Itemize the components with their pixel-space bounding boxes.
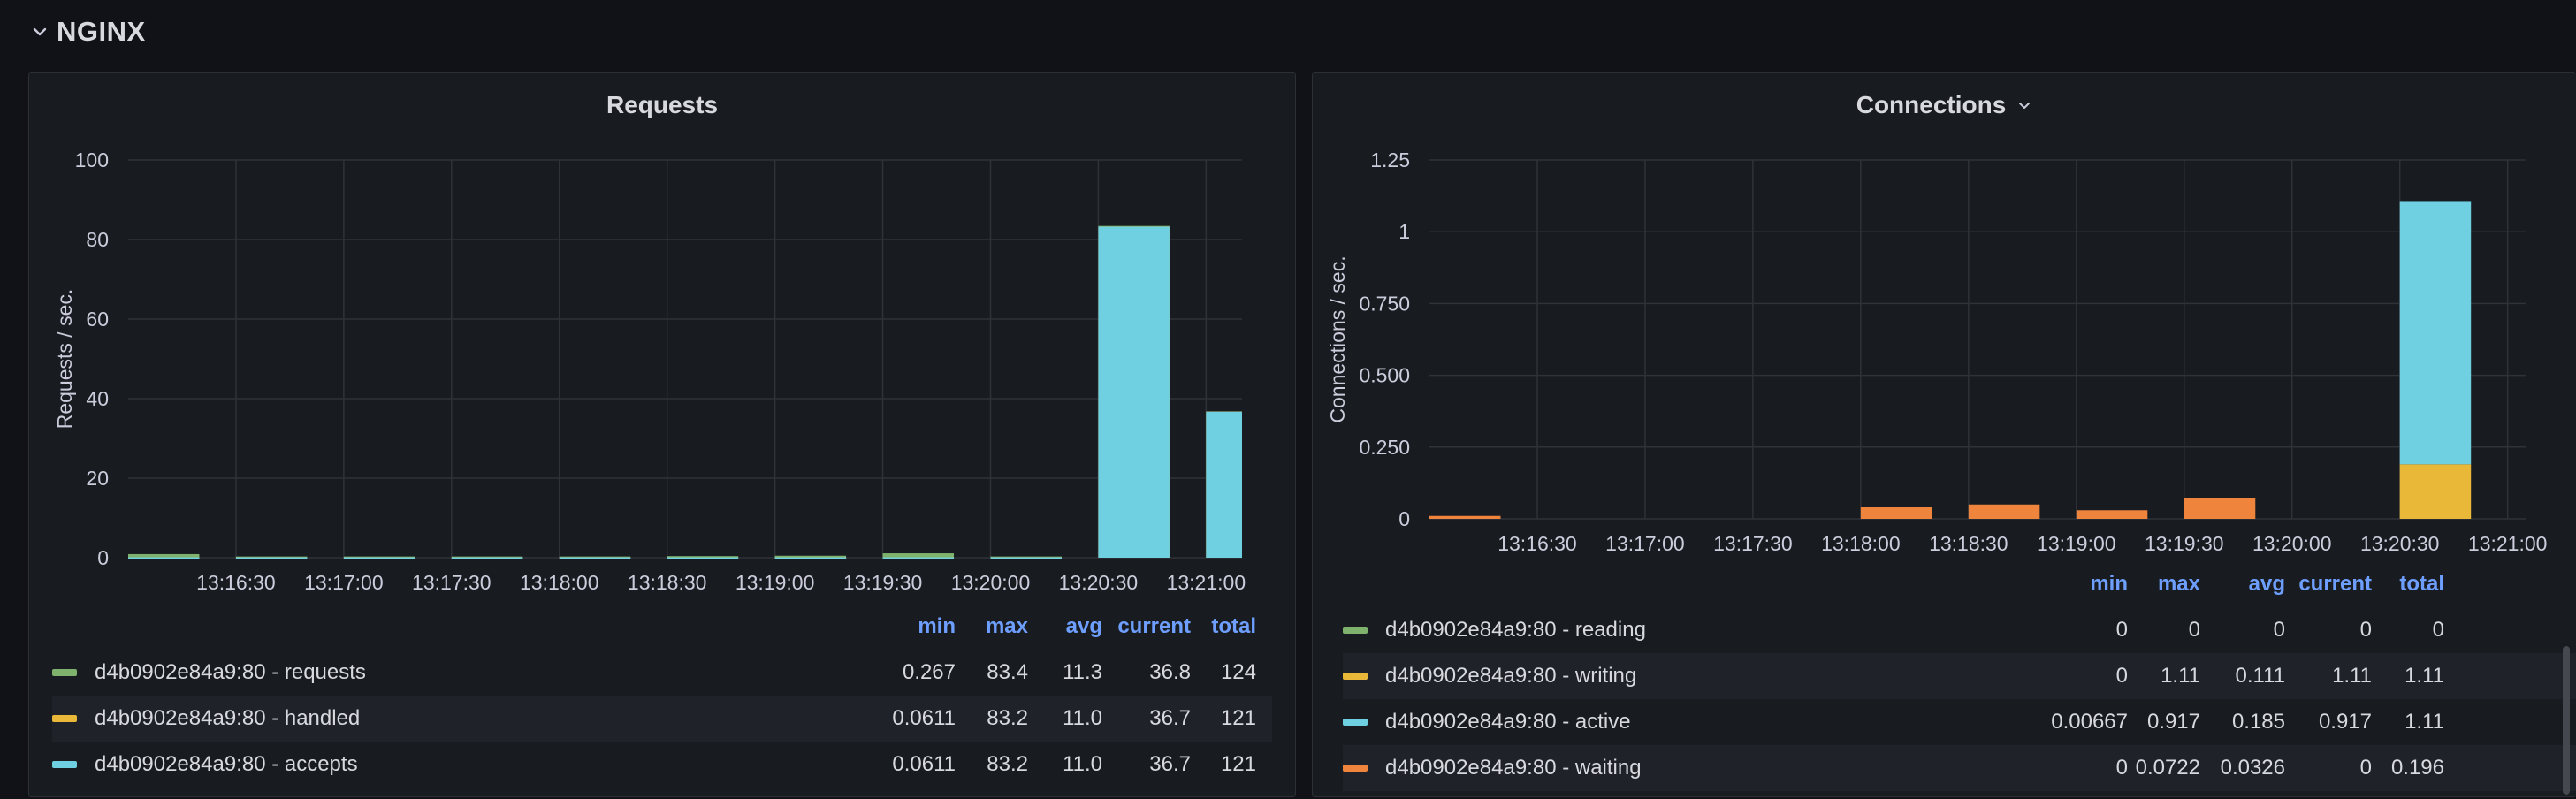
y-tick-label: 80 <box>86 228 109 251</box>
bar <box>1098 226 1170 558</box>
x-tick-label: 13:20:30 <box>1059 571 1139 594</box>
value-total: 121 <box>1220 752 1256 776</box>
connections-panel: Connections 0 0.250 0.500 0.750 1 1.25 13:16:3… <box>1312 72 2576 797</box>
value-total: 1.11 <box>2405 710 2444 734</box>
x-tick-label: 13:19:30 <box>2145 532 2224 555</box>
bar <box>128 557 200 559</box>
bar <box>667 557 739 559</box>
legend-col-total[interactable]: total <box>1313 561 2444 607</box>
x-tick-label: 13:19:00 <box>2037 532 2116 555</box>
x-tick-label: 13:18:30 <box>1929 532 2008 555</box>
value-total: 121 <box>1220 706 1256 730</box>
row-title[interactable]: NGINX <box>57 16 146 48</box>
bar <box>128 553 200 558</box>
legend-row-accepts[interactable]: d4b0902e84a9:80 - accepts 0.0611 83.2 11… <box>52 742 1272 788</box>
legend-header: min max avg current total <box>29 604 1297 650</box>
x-tick-label: 13:19:00 <box>735 571 815 594</box>
x-tick-label: 13:20:00 <box>951 571 1031 594</box>
x-tick-label: 13:20:00 <box>2252 532 2332 555</box>
bar <box>882 553 955 558</box>
legend-row-waiting[interactable]: d4b0902e84a9:80 - waiting 0 0.0722 0.032… <box>1343 745 2576 791</box>
legend-row-requests[interactable]: d4b0902e84a9:80 - requests 0.267 83.4 11… <box>52 650 1272 696</box>
row-header-nginx[interactable]: NGINX <box>32 12 146 51</box>
bar <box>235 557 308 559</box>
x-tick-label: 13:17:30 <box>1713 532 1793 555</box>
bar <box>1860 507 1932 519</box>
legend-row-handled[interactable]: d4b0902e84a9:80 - handled 0.0611 83.2 11… <box>52 696 1272 742</box>
legend-row-active[interactable]: d4b0902e84a9:80 - active 0.00667 0.917 0… <box>1343 699 2576 745</box>
x-tick-label: 13:17:00 <box>1605 532 1685 555</box>
x-tick-label: 13:18:00 <box>1821 532 1901 555</box>
x-tick-label: 13:16:30 <box>1498 532 1577 555</box>
y-axis-label: Requests / sec. <box>53 289 76 430</box>
y-tick-label: 100 <box>75 148 109 171</box>
legend-scrollbar[interactable] <box>2563 646 2570 795</box>
bar <box>2399 201 2472 465</box>
bar <box>2184 498 2256 519</box>
x-tick-label: 13:19:30 <box>843 571 923 594</box>
requests-panel: Requests 0 20 40 60 80 100 13:16:30 13:17:00 13:… <box>28 72 1296 797</box>
connections-chart[interactable]: 0 0.250 0.500 0.750 1 1.25 13:16:30 13:17:00 13:… <box>1313 73 2576 568</box>
legend-row-reading[interactable]: d4b0902e84a9:80 - reading 0 0 0 0 0 <box>1343 607 2576 653</box>
bar <box>1429 515 1501 519</box>
y-tick-label: 0.500 <box>1359 364 1410 387</box>
x-tick-label: 13:20:30 <box>2360 532 2440 555</box>
legend-row-writing[interactable]: d4b0902e84a9:80 - writing 0 1.11 0.111 1… <box>1343 653 2576 699</box>
y-tick-label: 1 <box>1399 220 1410 243</box>
bar <box>1968 504 2040 519</box>
requests-chart[interactable]: 0 20 40 60 80 100 13:16:30 13:17:00 13:17:30 13:1… <box>29 73 1297 604</box>
y-axis-label: Connections / sec. <box>1326 255 1349 422</box>
y-tick-label: 0.250 <box>1359 436 1410 459</box>
y-tick-label: 0 <box>1399 507 1410 530</box>
x-tick-label: 13:18:30 <box>628 571 707 594</box>
value-total: 0.196 <box>2390 756 2444 780</box>
y-tick-label: 20 <box>86 467 109 490</box>
bar <box>990 557 1062 559</box>
x-tick-label: 13:16:30 <box>196 571 276 594</box>
x-tick-label: 13:17:30 <box>412 571 492 594</box>
legend-col-total[interactable]: total <box>29 604 1256 650</box>
x-tick-label: 13:17:00 <box>304 571 384 594</box>
value-total: 1.11 <box>2405 664 2444 688</box>
x-tick-label: 13:18:00 <box>520 571 599 594</box>
bar <box>343 557 415 559</box>
value-total: 0 <box>2432 618 2444 642</box>
y-tick-label: 1.25 <box>1370 148 1410 171</box>
bar <box>774 557 847 559</box>
bar <box>882 557 955 559</box>
y-tick-label: 0 <box>97 546 109 569</box>
bar <box>559 557 631 559</box>
bar <box>2076 510 2148 519</box>
legend-header: min max avg current total <box>1313 561 2576 607</box>
value-total: 124 <box>1220 660 1256 684</box>
chevron-down-icon[interactable] <box>32 24 48 40</box>
y-tick-label: 60 <box>86 308 109 331</box>
y-tick-label: 0.750 <box>1359 292 1410 315</box>
y-tick-label: 40 <box>86 387 109 410</box>
bar <box>2399 464 2472 519</box>
x-tick-label: 13:21:00 <box>1167 571 1246 594</box>
x-tick-label: 13:21:00 <box>2468 532 2548 555</box>
bar <box>1206 411 1242 558</box>
bar <box>451 557 523 559</box>
